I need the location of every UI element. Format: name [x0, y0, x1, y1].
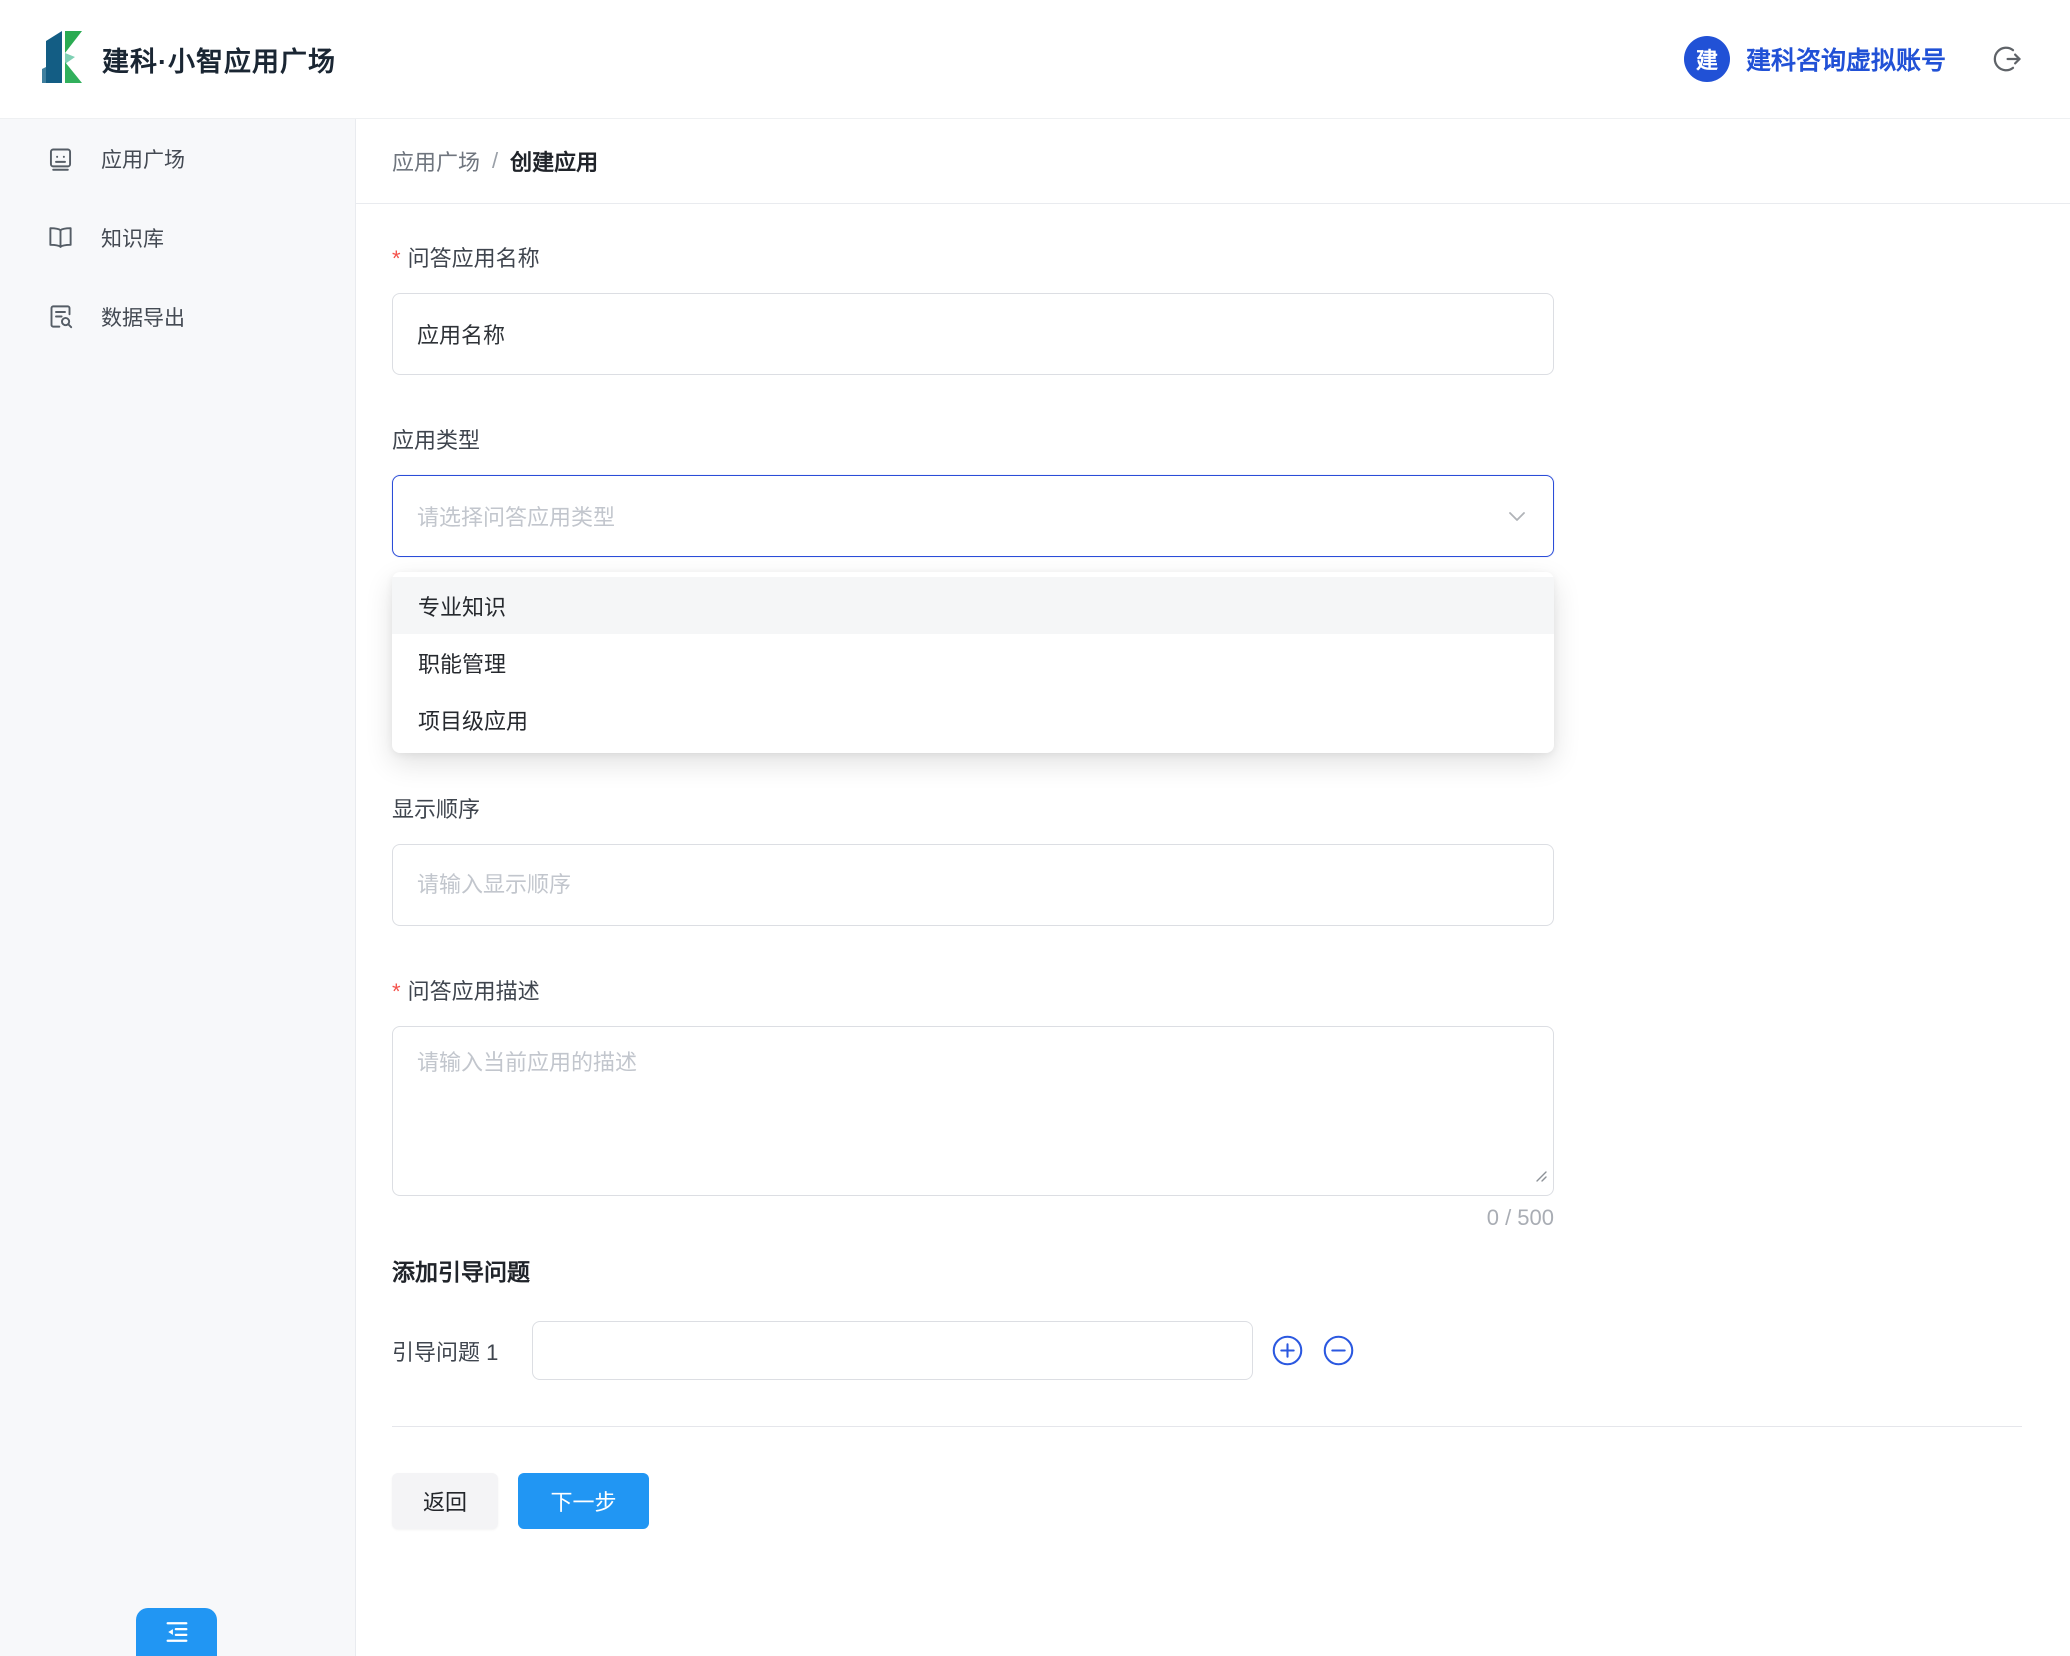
header-account: 建 建科咨询虚拟账号	[1684, 36, 2022, 82]
sidebar-item-app-plaza[interactable]: 应用广场	[0, 119, 355, 198]
dropdown-option-function[interactable]: 职能管理	[392, 634, 1554, 691]
form-actions: 返回 下一步	[392, 1473, 2022, 1529]
char-counter: 0 / 500	[392, 1205, 1554, 1231]
app-logo-icon	[40, 29, 84, 90]
dropdown-option-professional[interactable]: 专业知识	[392, 577, 1554, 634]
guide-question-row: 引导问题 1	[392, 1321, 2022, 1380]
page: 建科·小智应用广场 建 建科咨询虚拟账号	[0, 0, 2070, 1656]
avatar[interactable]: 建	[1684, 36, 1730, 82]
breadcrumb-parent[interactable]: 应用广场	[392, 145, 480, 177]
required-marker: *	[392, 977, 401, 1007]
header-brand: 建科·小智应用广场	[40, 29, 336, 90]
guide-question-input[interactable]	[532, 1321, 1253, 1380]
main-content: 应用广场 / 创建应用 * 问答应用名称 应用类型 请选择问答应用类型	[356, 119, 2070, 1656]
display-order-input[interactable]	[392, 844, 1554, 926]
divider	[392, 1426, 2022, 1427]
app-grid-icon	[47, 145, 74, 172]
create-app-form: * 问答应用名称 应用类型 请选择问答应用类型 专业知识	[356, 204, 2070, 1529]
guide-section-title: 添加引导问题	[392, 1253, 2022, 1287]
breadcrumb-current: 创建应用	[510, 145, 598, 177]
next-step-button[interactable]: 下一步	[518, 1473, 649, 1529]
add-question-icon[interactable]	[1271, 1334, 1304, 1367]
sidebar-item-label: 应用广场	[101, 144, 185, 174]
sidebar: 应用广场 知识库	[0, 119, 356, 1656]
sidebar-item-label: 数据导出	[101, 302, 185, 332]
breadcrumb: 应用广场 / 创建应用	[356, 119, 2070, 204]
app-desc-textarea[interactable]	[392, 1026, 1554, 1196]
app-desc-label: * 问答应用描述	[392, 977, 2022, 1007]
sidebar-item-label: 知识库	[101, 223, 164, 253]
guide-question-label: 引导问题 1	[392, 1335, 532, 1367]
logout-icon[interactable]	[1992, 44, 2022, 74]
app-type-dropdown: 专业知识 职能管理 项目级应用	[392, 572, 1554, 753]
book-icon	[47, 224, 74, 251]
back-button[interactable]: 返回	[392, 1473, 498, 1529]
app-type-select[interactable]: 请选择问答应用类型	[392, 475, 1554, 557]
account-name[interactable]: 建科咨询虚拟账号	[1746, 41, 1946, 77]
remove-question-icon[interactable]	[1322, 1334, 1355, 1367]
app-name-label: * 问答应用名称	[392, 244, 2022, 274]
app-name-input[interactable]	[392, 293, 1554, 375]
app-header: 建科·小智应用广场 建 建科咨询虚拟账号	[0, 0, 2070, 119]
dropdown-option-project[interactable]: 项目级应用	[392, 691, 1554, 748]
app-type-label: 应用类型	[392, 426, 2022, 456]
app-type-placeholder: 请选择问答应用类型	[417, 500, 615, 532]
display-order-label: 显示顺序	[392, 795, 2022, 825]
breadcrumb-separator: /	[492, 148, 498, 174]
menu-fold-icon	[163, 1618, 191, 1651]
menu-fold-button[interactable]	[136, 1608, 217, 1656]
chevron-down-icon	[1505, 504, 1529, 528]
app-title: 建科·小智应用广场	[102, 40, 336, 79]
file-search-icon	[47, 303, 74, 330]
sidebar-item-knowledge-base[interactable]: 知识库	[0, 198, 355, 277]
required-marker: *	[392, 244, 401, 274]
sidebar-item-data-export[interactable]: 数据导出	[0, 277, 355, 356]
